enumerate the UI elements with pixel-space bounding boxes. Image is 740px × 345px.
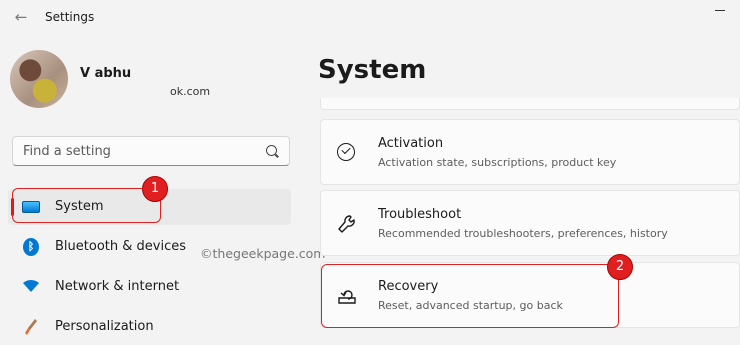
watermark: ©thegeekpage.com: [200, 246, 326, 261]
wrench-icon: [338, 215, 355, 233]
search-box[interactable]: [12, 136, 290, 166]
card-description: Activation state, subscriptions, product…: [378, 156, 617, 169]
card-title: Activation: [378, 136, 444, 151]
sidebar-item-label: Bluetooth & devices: [55, 239, 186, 254]
callout-badge-2: 2: [607, 254, 633, 280]
sidebar-item-label: Personalization: [55, 319, 154, 334]
user-email: ok.com: [170, 85, 211, 98]
back-arrow-icon: ←: [14, 8, 28, 26]
callout-highlight-2: [321, 264, 619, 328]
search-input[interactable]: [23, 137, 253, 165]
back-button[interactable]: ←: [12, 8, 30, 26]
sidebar-item-label: Network & internet: [55, 279, 180, 294]
minimize-button[interactable]: [705, 2, 735, 18]
search-icon[interactable]: [266, 145, 277, 156]
callout-highlight-1: [12, 188, 161, 223]
page-title: System: [318, 55, 427, 85]
card-partial: [320, 98, 740, 110]
card-activation[interactable]: Activation Activation state, subscriptio…: [320, 119, 740, 185]
wifi-icon: [23, 279, 39, 292]
bluetooth-icon: ᛒ: [23, 238, 39, 256]
user-name: V abhu: [80, 66, 132, 81]
app-title: Settings: [45, 10, 95, 24]
sidebar-item-network[interactable]: Network & internet: [8, 269, 291, 305]
card-title: Troubleshoot: [378, 207, 462, 222]
avatar[interactable]: [10, 50, 68, 108]
check-circle-icon: [337, 143, 355, 161]
brush-icon: [25, 319, 37, 335]
card-description: Recommended troubleshooters, preferences…: [378, 227, 668, 240]
card-troubleshoot[interactable]: Troubleshoot Recommended troubleshooters…: [320, 190, 740, 256]
callout-badge-1: 1: [142, 176, 168, 202]
